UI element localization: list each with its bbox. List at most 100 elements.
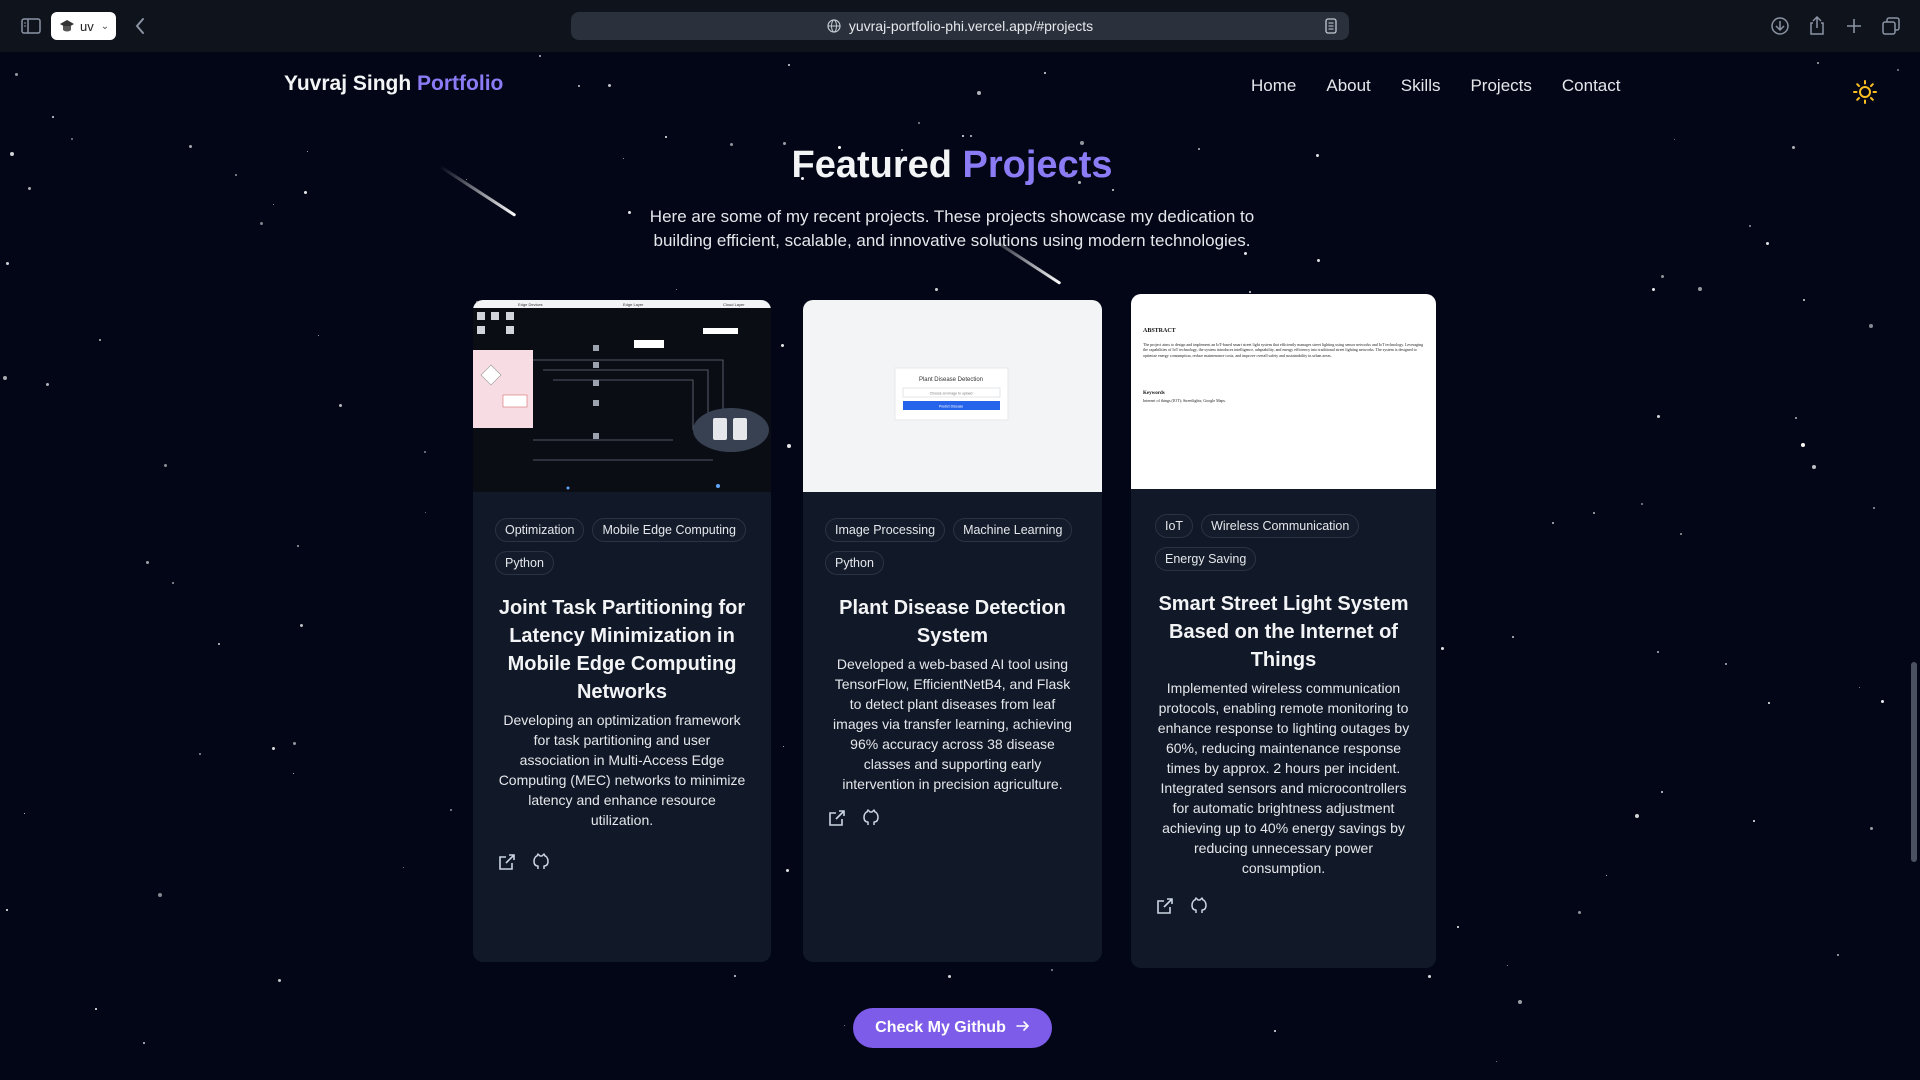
star-dot <box>918 122 920 124</box>
star-dot <box>786 869 789 872</box>
star-dot <box>273 204 274 205</box>
star-dot <box>46 383 49 386</box>
nav-contact[interactable]: Contact <box>1562 76 1621 96</box>
tabs-overview-icon[interactable] <box>1879 14 1903 38</box>
project-links <box>473 852 771 872</box>
star-dot <box>24 813 25 814</box>
graduation-cap-icon <box>60 20 74 32</box>
star-dot <box>143 1042 145 1044</box>
star-dot <box>1578 911 1581 914</box>
star-dot <box>977 91 981 95</box>
star-dot <box>1837 954 1839 956</box>
site-logo[interactable]: Yuvraj Singh Portfolio <box>284 72 503 96</box>
star-dot <box>52 116 54 118</box>
diagram-label: Cloud Layer <box>723 302 745 307</box>
star-dot <box>1518 1000 1522 1004</box>
star-dot <box>783 746 784 747</box>
star-dot <box>6 262 9 265</box>
keywords-text: Internet of things (IOT); Streetlights; … <box>1143 398 1226 403</box>
star-dot <box>1870 827 1873 830</box>
star-dot <box>935 288 938 291</box>
star-dot <box>676 289 677 290</box>
star-dot <box>1795 417 1797 419</box>
project-tag: Wireless Communication <box>1201 514 1360 538</box>
project-description: Developed a web-based AI tool using Tens… <box>833 656 1072 792</box>
predict-label: Predict Disease <box>939 405 964 409</box>
project-links <box>803 808 1102 828</box>
star-dot <box>1044 72 1046 74</box>
github-icon[interactable] <box>861 808 881 828</box>
new-tab-icon[interactable] <box>1842 14 1866 38</box>
star-dot <box>297 545 299 547</box>
star-dot <box>578 85 580 87</box>
section-title-accent: Projects <box>962 144 1113 186</box>
star-dot <box>1725 663 1727 665</box>
nav-skills[interactable]: Skills <box>1401 76 1441 96</box>
check-github-button[interactable]: Check My Github <box>853 1008 1052 1048</box>
browser-toolbar: uv ⌄ yuvraj-portfolio-phi.vercel.app/#pr… <box>0 0 1920 52</box>
project-tags: Image Processing Machine Learning Python <box>803 518 1102 575</box>
arrow-right-icon <box>1016 1019 1030 1037</box>
upload-label: Choose an image to upload <box>930 392 973 396</box>
project-card: Plant Disease Detection Choose an image … <box>803 300 1102 962</box>
project-tag: Image Processing <box>825 518 946 542</box>
page-scrollbar[interactable] <box>1911 662 1917 862</box>
diagram-label: Edge Layer <box>623 302 644 307</box>
github-icon[interactable] <box>531 852 551 872</box>
project-tag: IoT <box>1155 514 1194 538</box>
nav-about[interactable]: About <box>1326 76 1370 96</box>
share-icon[interactable] <box>1805 14 1829 38</box>
star-dot <box>450 809 452 811</box>
star-dot <box>1428 975 1431 978</box>
star-dot <box>146 561 149 564</box>
star-dot <box>1680 533 1682 535</box>
project-title: Plant Disease Detection System <box>839 597 1066 647</box>
project-tag: Mobile Edge Computing <box>592 518 746 542</box>
diagram-label: Edge Devices <box>518 302 543 307</box>
download-icon[interactable] <box>1768 14 1792 38</box>
star-dot <box>1817 62 1819 64</box>
external-link-icon[interactable] <box>497 852 517 872</box>
star-dot <box>1317 259 1320 262</box>
profile-switcher[interactable]: uv ⌄ <box>51 12 116 40</box>
star-dot <box>1753 820 1755 822</box>
star-dot <box>1249 291 1251 293</box>
star-dot <box>199 753 201 755</box>
star-dot <box>1051 969 1053 971</box>
back-icon[interactable] <box>128 14 152 38</box>
star-dot <box>1552 522 1554 524</box>
project-description: Implemented wireless communication proto… <box>1157 680 1410 876</box>
star-dot <box>1441 647 1444 650</box>
github-icon[interactable] <box>1189 896 1209 916</box>
project-title: Joint Task Partitioning for Latency Mini… <box>498 597 746 703</box>
sun-icon[interactable] <box>1853 80 1877 104</box>
star-dot <box>293 742 296 745</box>
star-dot <box>1873 507 1875 509</box>
project-title: Smart Street Light System Based on the I… <box>1158 593 1409 671</box>
project-thumbnail: Plant Disease Detection Choose an image … <box>803 300 1102 492</box>
project-tag: Energy Saving <box>1155 547 1257 571</box>
brand-accent: Portfolio <box>417 72 504 95</box>
star-dot <box>1457 926 1459 928</box>
keywords-heading: Keywords <box>1143 391 1165 396</box>
star-dot <box>781 344 784 347</box>
star-dot <box>425 512 426 513</box>
star-dot <box>1859 687 1860 688</box>
nav-projects[interactable]: Projects <box>1470 76 1531 96</box>
star-dot <box>844 1025 845 1026</box>
reader-icon[interactable] <box>1325 18 1337 37</box>
star-dot <box>339 404 342 407</box>
app-heading: Plant Disease Detection <box>919 377 983 383</box>
sidebar-icon[interactable] <box>19 14 43 38</box>
star-dot <box>172 582 174 584</box>
address-bar[interactable]: yuvraj-portfolio-phi.vercel.app/#project… <box>571 12 1349 40</box>
star-dot <box>608 84 611 87</box>
star-dot <box>1661 791 1663 793</box>
nav-home[interactable]: Home <box>1251 76 1296 96</box>
globe-icon <box>827 19 841 33</box>
star-dot <box>1768 702 1770 704</box>
external-link-icon[interactable] <box>1155 896 1175 916</box>
star-dot <box>272 747 275 750</box>
external-link-icon[interactable] <box>827 808 847 828</box>
star-dot <box>1803 299 1805 301</box>
